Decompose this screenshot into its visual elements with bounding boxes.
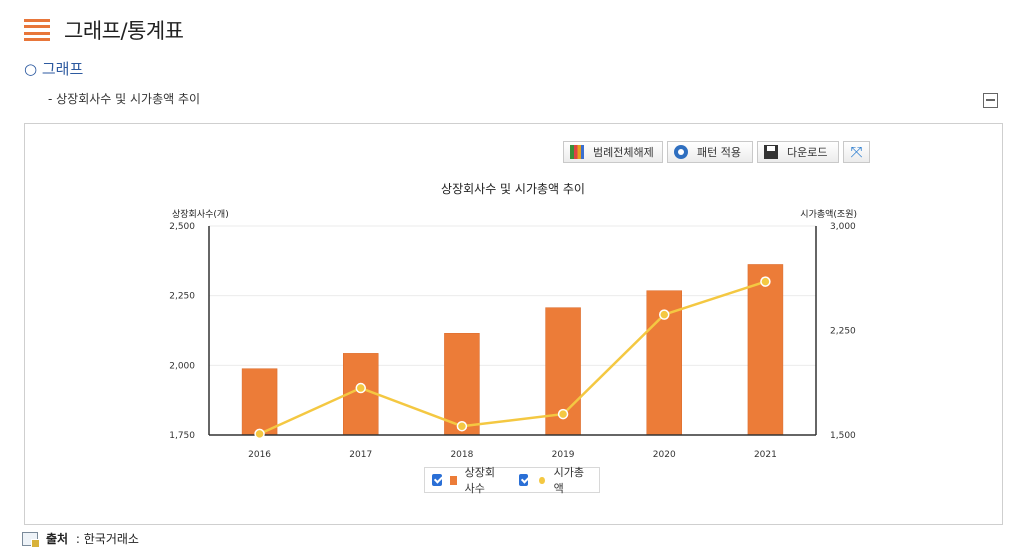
legend-label-companies: 상장회사수 (464, 466, 496, 495)
y-right-axis-label: 시가총액(조원) (800, 208, 857, 220)
x-tick-label: 2016 (248, 450, 271, 460)
line-series (254, 276, 771, 440)
legend-swatch-line (539, 476, 545, 484)
y-left-tick-label: 1,750 (169, 431, 195, 441)
legend-checkbox-companies[interactable] (432, 474, 442, 486)
market-cap-point-2017 (355, 382, 366, 394)
y-left-tick-label: 2,500 (169, 222, 195, 232)
x-tick-label: 2017 (349, 450, 372, 460)
y-left-tick-label: 2,250 (169, 292, 195, 302)
legend-item-companies[interactable]: 상장회사수 (432, 464, 505, 496)
axes (208, 226, 817, 436)
market-cap-point-2016 (254, 428, 265, 440)
x-tick-label: 2020 (653, 450, 676, 460)
legend-item-market-cap[interactable]: 시가총액 (518, 464, 585, 496)
market-cap-point-2020 (659, 309, 670, 320)
legend-swatch-bar (449, 475, 457, 485)
bar-2021 (747, 264, 784, 436)
x-tick-label: 2018 (450, 450, 473, 460)
chart-legend: 상장회사수 시가총액 (424, 464, 600, 496)
market-cap-point-2019 (557, 408, 569, 420)
document-icon (22, 531, 40, 548)
y-left-tick-label: 2,000 (169, 361, 195, 371)
source-value: 한국거래소 (83, 532, 139, 546)
source-note: 출처 : 한국거래소 (22, 530, 139, 548)
source-separator: : (72, 531, 84, 546)
bar-2018 (444, 333, 480, 436)
market-cap-line (259, 280, 766, 436)
y-right-tick-label: 1,500 (830, 431, 856, 441)
chart-title: 상장회사수 및 시가총액 추이 (441, 182, 585, 196)
market-cap-point-2021 (760, 276, 771, 287)
market-cap-point-2018 (456, 420, 468, 432)
legend-label-market-cap: 시가총액 (553, 466, 584, 495)
legend-checkbox-market-cap[interactable] (518, 474, 529, 486)
bar-series (241, 264, 784, 436)
bar-2016 (241, 368, 278, 436)
x-tick-label: 2021 (754, 450, 777, 460)
x-tick-label: 2019 (552, 450, 575, 460)
source-label: 출처 (46, 532, 69, 546)
y-right-tick-label: 3,000 (830, 222, 856, 232)
y-right-tick-label: 2,250 (830, 327, 856, 337)
y-left-axis-label: 상장회사수(개) (172, 209, 229, 220)
